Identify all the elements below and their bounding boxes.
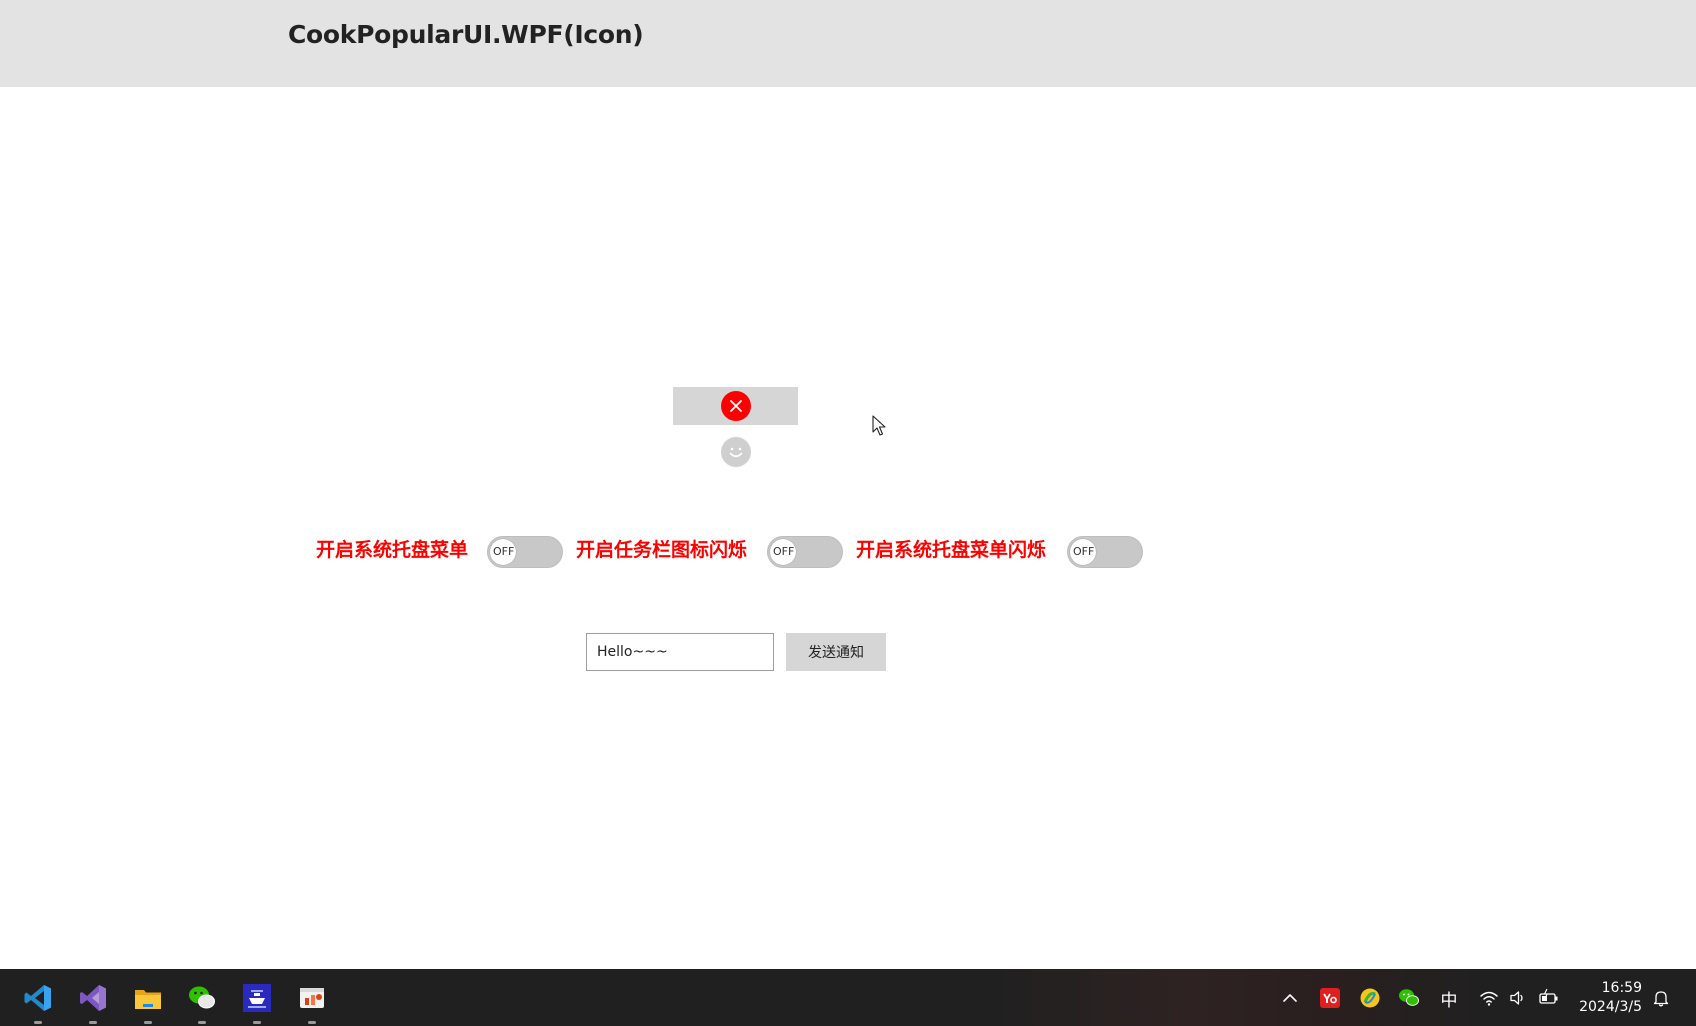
- tool-icon[interactable]: [242, 983, 272, 1024]
- running-indicator: [253, 1021, 261, 1024]
- presentation-icon[interactable]: [297, 983, 327, 1024]
- running-indicator: [89, 1021, 97, 1024]
- chevron-up-icon[interactable]: [1279, 987, 1301, 1009]
- youdao-dict-icon[interactable]: [1319, 987, 1341, 1009]
- smile-icon[interactable]: [721, 437, 751, 467]
- taskbar-flash-toggle[interactable]: OFF: [767, 536, 843, 568]
- tray-menu-flash-toggle-label: 开启系统托盘菜单闪烁: [856, 539, 1047, 561]
- running-indicator: [34, 1021, 42, 1024]
- wifi-icon[interactable]: [1478, 987, 1500, 1009]
- running-indicator: [198, 1021, 206, 1024]
- mouse-cursor-icon: [872, 415, 886, 436]
- toggle-state-text: OFF: [1073, 545, 1095, 558]
- visual-studio-icon[interactable]: [78, 983, 108, 1024]
- clock-time: 16:59: [1601, 980, 1642, 996]
- file-explorer-icon[interactable]: [133, 983, 163, 1024]
- wechat-icon[interactable]: [187, 983, 217, 1024]
- app-window: CookPopularUI.WPF(Icon) 开启系统托盘菜单 OFF 开启任…: [0, 0, 1696, 969]
- wechat-tray-icon[interactable]: [1398, 987, 1420, 1009]
- sync-icon[interactable]: [1359, 987, 1381, 1009]
- taskbar-flash-toggle-label: 开启任务栏图标闪烁: [576, 539, 748, 561]
- ime-indicator[interactable]: 中: [1438, 987, 1460, 1011]
- battery-icon[interactable]: [1538, 987, 1560, 1009]
- vscode-icon[interactable]: [23, 983, 53, 1024]
- toggle-state-text: OFF: [493, 545, 515, 558]
- close-circle-icon: [720, 391, 751, 421]
- tray-menu-toggle[interactable]: OFF: [487, 536, 563, 568]
- close-icon-button[interactable]: [673, 387, 798, 425]
- window-title: CookPopularUI.WPF(Icon): [288, 20, 644, 49]
- taskbar-clock[interactable]: 16:59 2024/3/5: [1576, 979, 1642, 1017]
- tray-menu-flash-toggle[interactable]: OFF: [1067, 536, 1143, 568]
- send-notification-button[interactable]: 发送通知: [786, 633, 886, 671]
- notification-bell-icon[interactable]: [1650, 987, 1672, 1009]
- title-bar[interactable]: CookPopularUI.WPF(Icon): [0, 0, 1696, 87]
- clock-date: 2024/3/5: [1579, 999, 1642, 1015]
- running-indicator: [144, 1021, 152, 1024]
- notification-message-input[interactable]: [586, 633, 774, 671]
- taskbar: 中 16:59 2024/3/5: [0, 969, 1696, 1026]
- volume-icon[interactable]: [1507, 987, 1529, 1009]
- running-indicator: [308, 1021, 316, 1024]
- tray-menu-toggle-label: 开启系统托盘菜单: [316, 539, 469, 561]
- toggle-state-text: OFF: [773, 545, 795, 558]
